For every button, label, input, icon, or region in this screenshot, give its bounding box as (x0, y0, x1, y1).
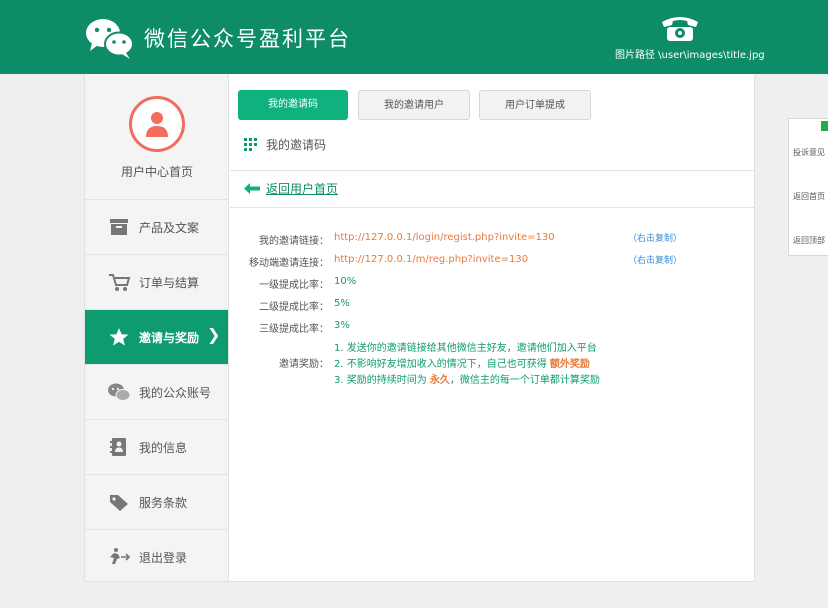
user-home-label: 用户中心首页 (120, 165, 193, 179)
sidebar-item-products[interactable]: 产品及文案 (85, 200, 228, 255)
divider (230, 207, 755, 208)
sidebar-item-accounts[interactable]: 我的公众账号 (85, 365, 228, 420)
archive-box-icon (110, 219, 128, 235)
mobile-link-label: 移动端邀请连接： (249, 258, 329, 269)
sidebar-item-label: 订单与结算 (139, 276, 200, 290)
sidebar-item-label: 邀请与奖励 (139, 331, 200, 345)
tab-my-invited-users[interactable]: 我的邀请用户 (358, 90, 470, 120)
sidebar-item-label: 退出登录 (139, 551, 188, 565)
shopping-cart-icon (109, 274, 131, 291)
level3-value: 3% (334, 320, 350, 331)
tag-icon (110, 495, 128, 511)
image-path-text: 图片路径 \user\images\title.jpg (615, 50, 765, 61)
tab-my-invite-code[interactable]: 我的邀请码 (238, 90, 348, 120)
copy-mobile-link[interactable]: （右击复制） (628, 253, 682, 266)
sidebar-item-logout[interactable]: 退出登录 (85, 530, 228, 585)
home-link[interactable]: 返回首页 (793, 191, 828, 202)
site-title: 微信公众号盈利平台 (144, 27, 351, 51)
sidebar-item-label: 产品及文案 (139, 221, 200, 235)
logout-runner-icon (110, 548, 131, 564)
back-link-text: 返回用户首页 (266, 182, 339, 196)
section-title-text: 我的邀请码 (266, 138, 327, 152)
avatar[interactable] (129, 96, 185, 152)
level2-label: 二级提成比率： (259, 302, 329, 313)
user-icon (146, 112, 168, 137)
feedback-link[interactable]: 投诉意见 (793, 147, 828, 158)
level2-value: 5% (334, 298, 350, 309)
reward-line-1: 1. 发送你的邀请链接给其他微信主好友，邀请他们加入平台 (334, 343, 597, 354)
tab-user-order-commission[interactable]: 用户订单提成 (479, 90, 591, 120)
sidebar-item-label: 服务条款 (139, 496, 188, 510)
content-container: 用户中心首页 产品及文案 订单与结算 邀请与奖励 ❯ 我的公众账号 我的信息 服… (84, 74, 755, 582)
section-title: 我的邀请码 (244, 136, 326, 153)
sidebar: 用户中心首页 产品及文案 订单与结算 邀请与奖励 ❯ 我的公众账号 我的信息 服… (85, 74, 229, 581)
level1-value: 10% (334, 276, 357, 287)
star-icon (109, 328, 129, 346)
reward-label: 邀请奖励： (279, 359, 329, 370)
copy-invite-link[interactable]: （右击复制） (628, 231, 682, 244)
level3-label: 三级提成比率： (259, 324, 329, 335)
extra-reward-highlight: 额外奖励 (549, 359, 590, 370)
sidebar-item-invite[interactable]: 邀请与奖励 ❯ (85, 310, 228, 365)
sidebar-item-my-info[interactable]: 我的信息 (85, 420, 228, 475)
header-bar: 微信公众号盈利平台 图片路径 \user\images\title.jpg (0, 0, 828, 74)
invite-link-label: 我的邀请链接： (259, 236, 329, 247)
mobile-link-value[interactable]: http://127.0.0.1/m/reg.php?invite=130 (334, 254, 528, 265)
telephone-icon (662, 17, 698, 41)
user-center-box[interactable]: 用户中心首页 (85, 74, 228, 200)
arrow-left-icon (244, 183, 260, 194)
sidebar-item-orders[interactable]: 订单与结算 (85, 255, 228, 310)
contact-card-icon (110, 438, 126, 456)
grid-icon (244, 138, 257, 151)
level1-label: 一级提成比率： (259, 280, 329, 291)
sidebar-item-terms[interactable]: 服务条款 (85, 475, 228, 530)
status-badge (821, 121, 828, 131)
sidebar-item-label: 我的公众账号 (139, 386, 212, 400)
reward-line-3-text: 3. 奖励的持续时间为 (334, 375, 430, 386)
reward-line-3-tail: ，微信主的每一个订单都计算奖励 (449, 375, 600, 386)
back-to-user-home-link[interactable]: 返回用户首页 (244, 180, 338, 197)
reward-line-3: 3. 奖励的持续时间为 永久，微信主的每一个订单都计算奖励 (334, 371, 600, 386)
permanent-highlight: 永久 (429, 375, 450, 386)
divider (230, 170, 755, 171)
wechat-icon (108, 383, 131, 401)
wechat-logo-icon (86, 19, 134, 59)
main-content: 我的邀请码 我的邀请用户 用户订单提成 我的邀请码 返回用户首页 我的邀请链接：… (230, 74, 755, 581)
reward-line-2-text: 2. 不影响好友增加收入的情况下，自己也可获得 (334, 359, 550, 370)
sidebar-item-label: 我的信息 (139, 441, 188, 455)
invite-link-value[interactable]: http://127.0.0.1/login/regist.php?invite… (334, 232, 555, 243)
chevron-right-icon: ❯ (207, 325, 221, 344)
floating-side-panel: 投诉意见 返回首页 返回顶部 (788, 118, 828, 256)
back-to-top-link[interactable]: 返回顶部 (793, 235, 828, 246)
reward-line-2: 2. 不影响好友增加收入的情况下，自己也可获得 额外奖励 (334, 355, 590, 370)
